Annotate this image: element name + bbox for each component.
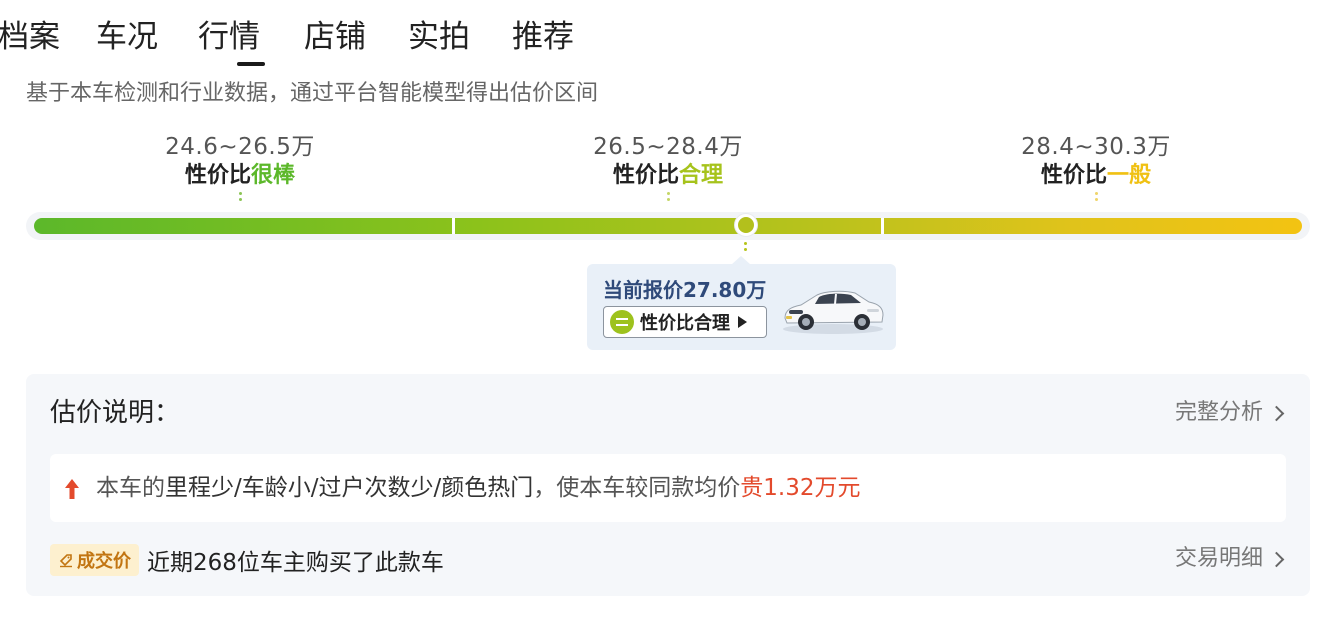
reason-result: 贵1.32万元 [740,475,861,501]
explanation-title: 估价说明： [50,398,181,428]
rating-value: 一般 [1107,163,1152,188]
rating-prefix: 性价比 [1040,163,1107,188]
full-analysis-label: 完整分析 [1174,400,1263,425]
deal-price-badge: 成交价 [50,544,139,576]
neutral-face-icon [610,310,634,334]
transaction-detail-link[interactable]: 交易明细 [1174,542,1285,576]
valuation-explanation: 估价说明： 完整分析 本车的里程少/车龄小/过户次数少/颜色热门，使本车较同款均… [26,374,1310,596]
full-analysis-link[interactable]: 完整分析 [1174,396,1285,430]
deal-text: 近期268位车主购买了此款车 [147,550,444,576]
reason-mid: ，使本车较同款均价 [533,475,741,501]
deal-row: 成交价 近期268位车主购买了此款车 [50,544,444,576]
deal-badge-label: 成交价 [77,551,131,572]
price-reason-text: 本车的里程少/车龄小/过户次数少/颜色热门，使本车较同款均价贵1.32万元 [96,472,860,504]
tab-bar: 档案 车况 行情 店铺 实拍 推荐 [0,14,592,66]
price-range-fair: 26.5~28.4万 性价比合理 [538,132,798,204]
price-range-average: 28.4~30.3万 性价比一般 [966,132,1226,204]
bar-separator [881,218,884,234]
range-price: 28.4~30.3万 [1021,134,1171,160]
range-price: 24.6~26.5万 [165,134,315,160]
current-price-card: 当前报价27.80万 性价比合理 [587,256,896,350]
rating-detail-button[interactable]: 性价比合理 [603,306,767,338]
chevron-right-icon [1268,551,1285,567]
range-price: 26.5~28.4万 [593,134,743,160]
range-rating: 性价比很棒 [110,162,370,190]
reason-factors: 里程少/车龄小/过户次数少/颜色热门 [165,475,534,501]
tab-store[interactable]: 店铺 [304,14,408,64]
price-bar [34,218,1302,234]
range-indicator-dots [238,192,242,201]
tab-condition[interactable]: 车况 [96,14,198,64]
price-range-good: 24.6~26.5万 性价比很棒 [110,132,370,204]
tab-market[interactable]: 行情 [198,14,304,66]
rating-prefix: 性价比 [184,163,251,188]
range-rating: 性价比一般 [966,162,1226,190]
rating-prefix: 性价比 [612,163,679,188]
range-rating: 性价比合理 [538,162,798,190]
chevron-right-icon [1268,405,1285,421]
transaction-detail-label: 交易明细 [1174,546,1263,571]
tab-archive[interactable]: 档案 [0,14,96,64]
rating-detail-label: 性价比合理 [640,313,730,334]
tab-recommend[interactable]: 推荐 [512,14,592,64]
tab-photos[interactable]: 实拍 [408,14,512,64]
bar-separator [452,218,455,234]
price-tag-icon [59,554,72,568]
rating-value: 很棒 [251,163,296,188]
price-reason-card: 本车的里程少/车龄小/过户次数少/颜色热门，使本车较同款均价贵1.32万元 [50,454,1286,522]
reason-prefix: 本车的 [96,475,165,501]
range-indicator-dots [666,192,670,201]
car-thumbnail [783,290,884,334]
arrow-up-icon [65,479,79,499]
valuation-subtitle: 基于本车检测和行业数据，通过平台智能模型得出估价区间 [26,81,599,106]
play-arrow-icon [738,316,747,328]
rating-value: 合理 [679,163,724,188]
marker-connector-dots [744,242,748,254]
current-price-marker [734,214,757,236]
current-price-label: 当前报价27.80万 [603,278,767,302]
range-indicator-dots [1094,192,1098,201]
